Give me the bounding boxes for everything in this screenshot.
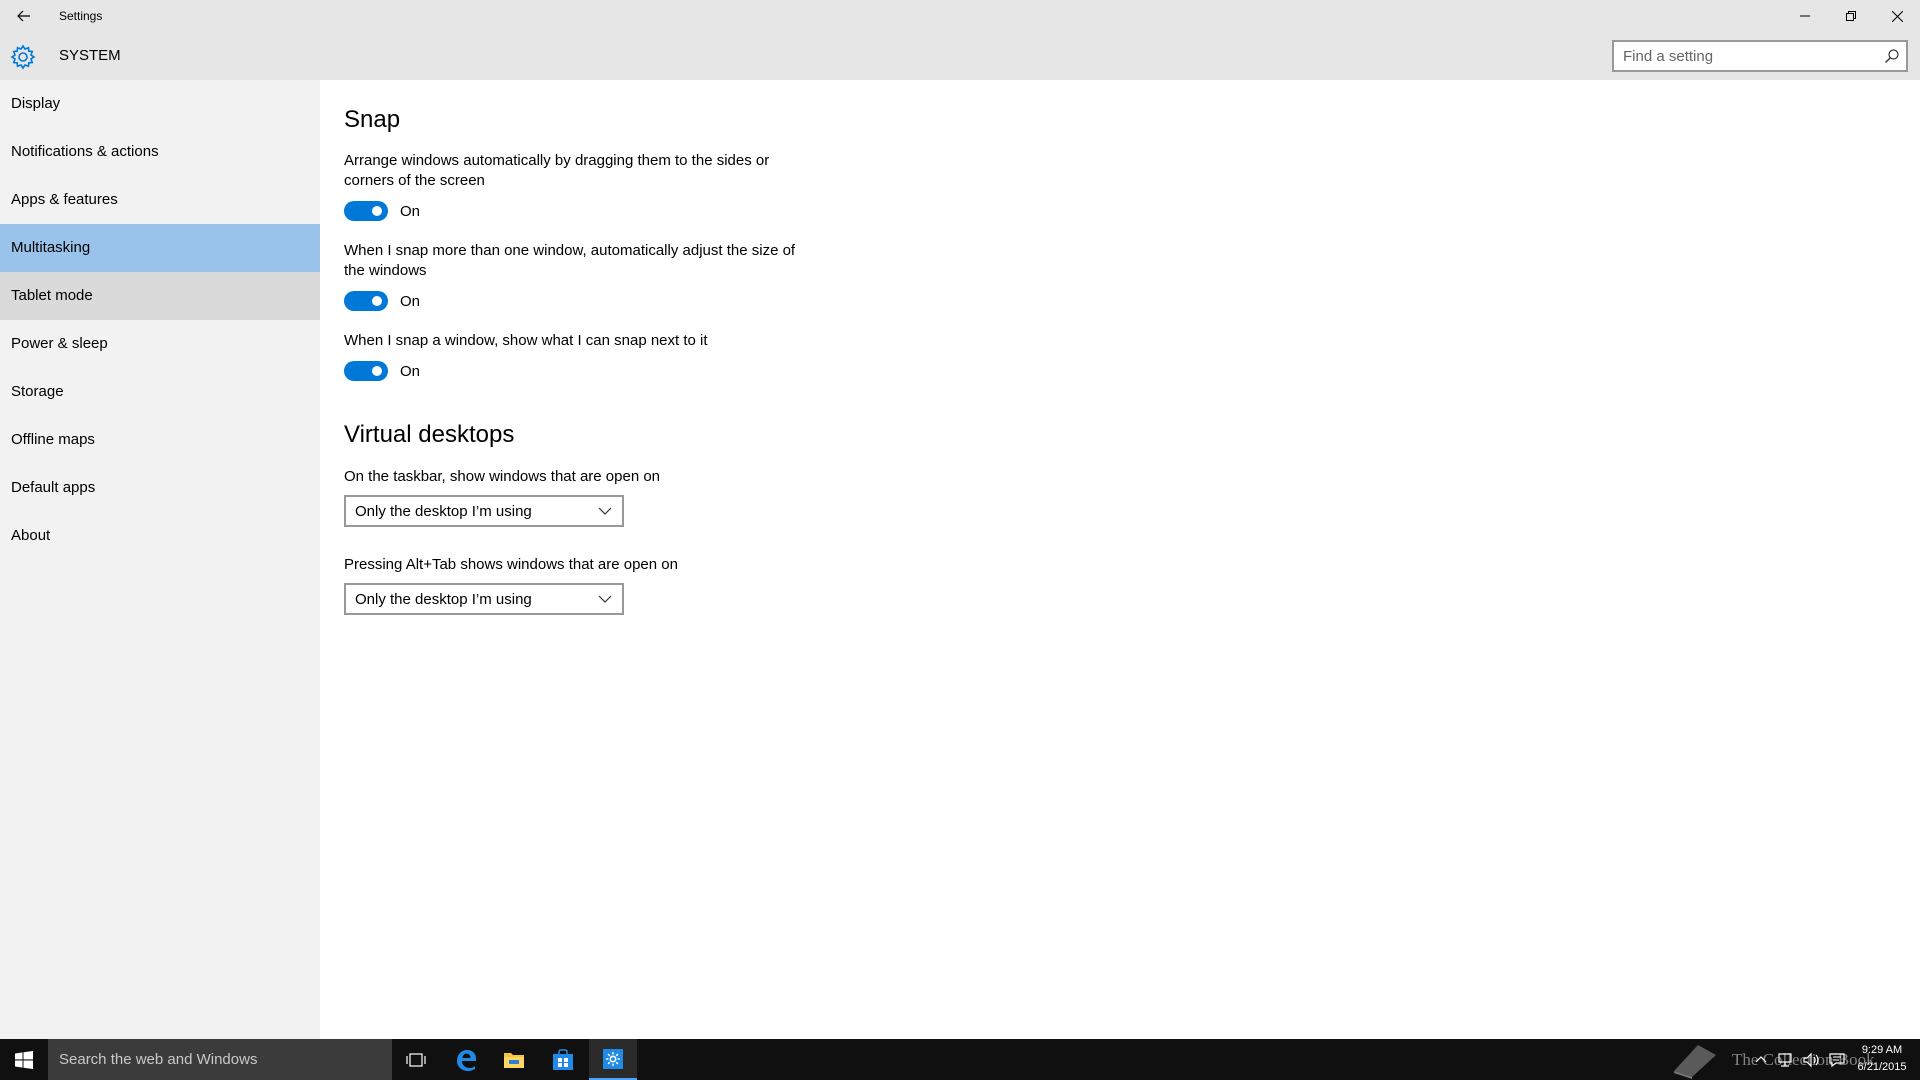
search-input[interactable]	[1614, 42, 1874, 70]
network-icon[interactable]	[1776, 1052, 1794, 1068]
clock-time: 9:29 AM	[1861, 1044, 1903, 1056]
windows-logo-icon	[15, 1050, 33, 1069]
taskbar-windows-dropdown[interactable]: Only the desktop I’m using	[344, 495, 624, 527]
snap-heading: Snap	[344, 106, 401, 133]
file-explorer-button[interactable]	[490, 1039, 538, 1080]
minimize-icon	[1800, 15, 1810, 17]
sidebar-item-offline-maps[interactable]: Offline maps	[0, 416, 320, 464]
sidebar-nav: Display Notifications & actions Apps & f…	[0, 80, 320, 1039]
snap-arrange-toggle[interactable]	[344, 201, 388, 221]
settings-taskbar-button[interactable]	[589, 1039, 637, 1080]
gear-icon	[10, 44, 36, 70]
task-view-button[interactable]	[392, 1039, 440, 1080]
sidebar-item-multitasking[interactable]: Multitasking	[0, 224, 320, 272]
sidebar-item-display[interactable]: Display	[0, 80, 320, 128]
clock-date: 6/21/2015	[1857, 1061, 1907, 1073]
main-content: Snap Arrange windows automatically by dr…	[320, 80, 1920, 1039]
back-arrow-icon	[17, 10, 30, 22]
snap-show-next-toggle[interactable]	[344, 361, 388, 381]
close-button[interactable]	[1874, 0, 1920, 32]
alt-tab-windows-label: Pressing Alt+Tab shows windows that are …	[344, 556, 678, 573]
sidebar-item-default-apps[interactable]: Default apps	[0, 464, 320, 512]
snap-setting-3-description: When I snap a window, show what I can sn…	[344, 332, 708, 349]
alt-tab-windows-dropdown[interactable]: Only the desktop I’m using	[344, 583, 624, 615]
minimize-button[interactable]	[1782, 0, 1828, 32]
section-title: SYSTEM	[59, 47, 121, 64]
folder-icon	[504, 1052, 524, 1068]
virtual-desktops-heading: Virtual desktops	[344, 421, 515, 448]
taskbar-search-box[interactable]: Search the web and Windows	[48, 1039, 392, 1080]
title-bar: Settings	[0, 0, 1920, 32]
snap-setting-3-toggle-row: On	[344, 360, 420, 382]
toggle-knob	[372, 206, 382, 216]
edge-browser-icon	[457, 1049, 476, 1071]
sidebar-item-about[interactable]: About	[0, 512, 320, 560]
toggle-state-label: On	[400, 362, 421, 380]
toggle-knob	[372, 296, 382, 306]
find-setting-search[interactable]	[1612, 40, 1908, 72]
action-center-icon[interactable]	[1828, 1052, 1846, 1068]
chevron-down-icon	[598, 507, 612, 515]
system-tray	[1754, 1039, 1854, 1080]
toggle-state-label: On	[400, 292, 421, 310]
dropdown-value: Only the desktop I’m using	[355, 502, 532, 520]
dropdown-value: Only the desktop I’m using	[355, 590, 532, 608]
snap-setting-1-toggle-row: On	[344, 200, 420, 222]
store-button[interactable]	[539, 1039, 587, 1080]
sidebar-item-notifications[interactable]: Notifications & actions	[0, 128, 320, 176]
sidebar-item-tablet-mode[interactable]: Tablet mode	[0, 272, 320, 320]
chevron-up-icon[interactable]	[1754, 1053, 1768, 1067]
settings-header: SYSTEM	[0, 32, 1920, 80]
snap-setting-2-toggle-row: On	[344, 290, 420, 312]
gear-icon	[603, 1048, 623, 1069]
toggle-state-label: On	[400, 202, 421, 220]
snap-adjust-size-toggle[interactable]	[344, 291, 388, 311]
sidebar-item-apps-features[interactable]: Apps & features	[0, 176, 320, 224]
search-icon[interactable]	[1884, 48, 1900, 64]
restore-icon	[1846, 11, 1856, 21]
close-icon	[1891, 10, 1903, 22]
taskbar-clock[interactable]: 9:29 AM 6/21/2015	[1848, 1042, 1916, 1076]
snap-setting-2-description: When I snap more than one window, automa…	[344, 242, 796, 279]
taskbar-search-text: Search the web and Windows	[59, 1051, 258, 1068]
edge-button[interactable]	[442, 1039, 490, 1080]
sidebar-item-power-sleep[interactable]: Power & sleep	[0, 320, 320, 368]
toggle-knob	[372, 366, 382, 376]
start-button[interactable]	[0, 1039, 48, 1080]
taskbar: Search the web and Windows The Collectio…	[0, 1039, 1920, 1080]
book-logo-icon	[1674, 1044, 1716, 1079]
restore-button[interactable]	[1828, 0, 1874, 32]
task-view-icon	[406, 1052, 426, 1067]
taskbar-windows-label: On the taskbar, show windows that are op…	[344, 468, 661, 485]
snap-setting-1-description: Arrange windows automatically by draggin…	[344, 152, 770, 189]
back-button[interactable]	[0, 0, 48, 32]
volume-icon[interactable]	[1802, 1052, 1820, 1068]
window-title: Settings	[59, 9, 103, 23]
chevron-down-icon	[598, 595, 612, 603]
store-bag-icon	[553, 1048, 573, 1070]
sidebar-item-storage[interactable]: Storage	[0, 368, 320, 416]
